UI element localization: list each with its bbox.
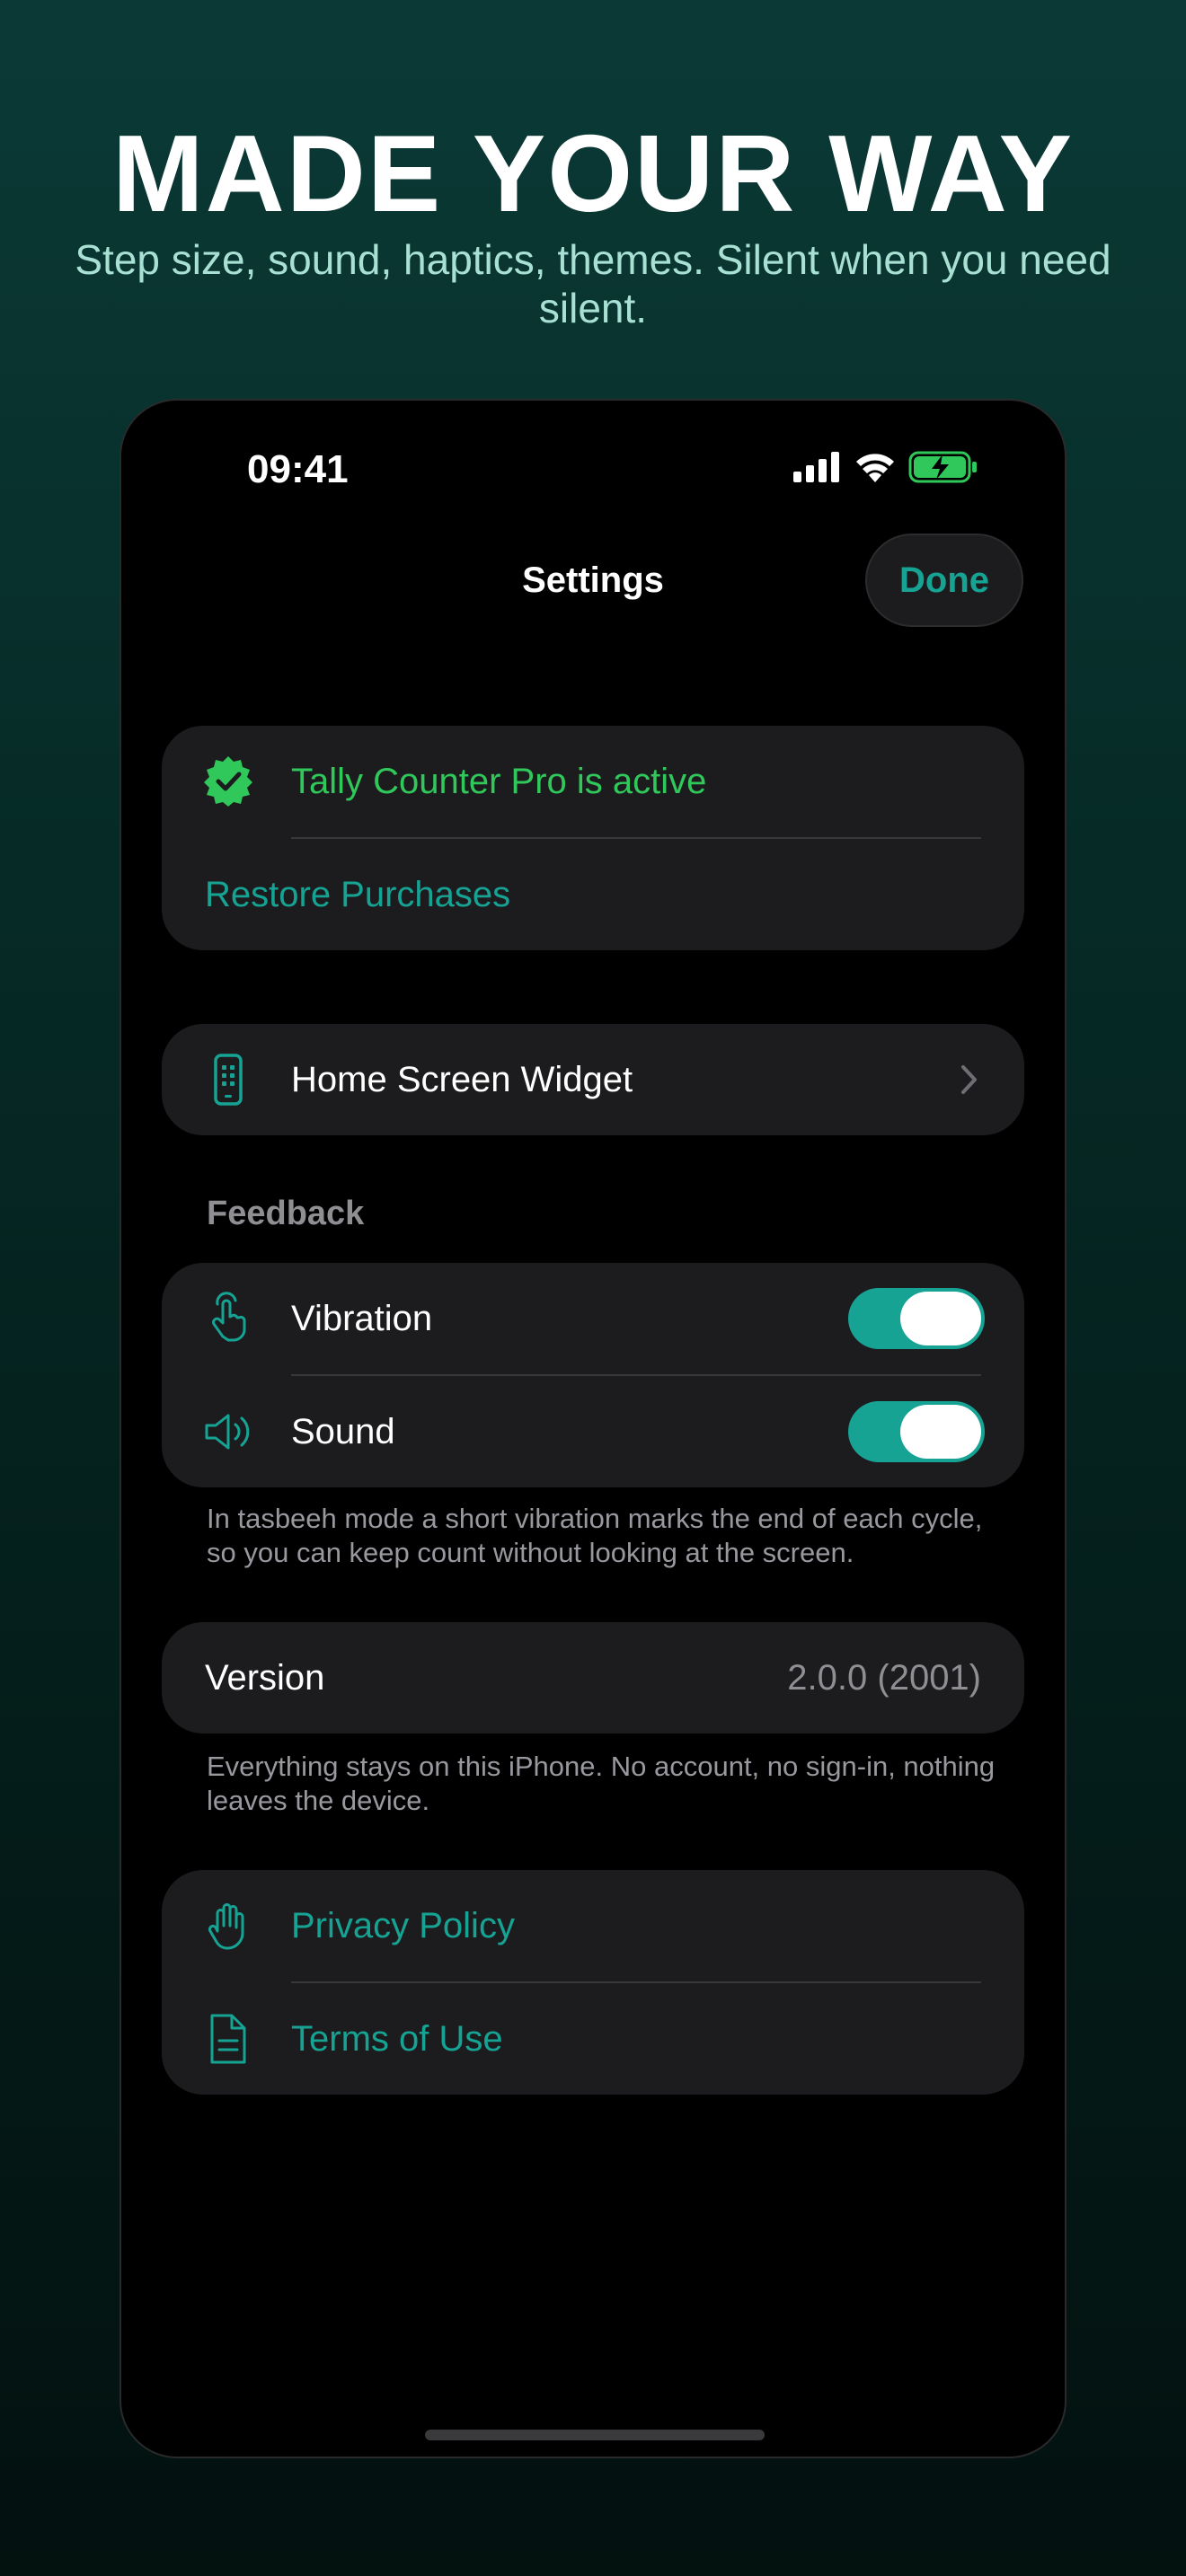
pro-group: Tally Counter Pro is active Restore Purc… <box>162 726 1024 950</box>
hero-subtitle: Step size, sound, haptics, themes. Silen… <box>75 236 1111 331</box>
status-icons <box>793 451 978 483</box>
sound-label: Sound <box>291 1411 395 1451</box>
sound-row: Sound <box>162 1376 1024 1487</box>
terms-of-use-row[interactable]: Terms of Use <box>162 1983 1024 2095</box>
privacy-policy-link[interactable]: Privacy Policy <box>291 1906 515 1946</box>
version-value: 2.0.0 (2001) <box>787 1657 981 1698</box>
speaker-icon <box>201 1405 255 1459</box>
toggle-knob <box>900 1405 981 1459</box>
version-label: Version <box>205 1657 325 1698</box>
raised-hand-icon <box>201 1899 255 1953</box>
chevron-right-icon <box>961 1065 977 1094</box>
pro-status-label: Tally Counter Pro is active <box>291 761 707 801</box>
restore-purchases-button[interactable]: Restore Purchases <box>205 875 510 915</box>
phone-frame: 09:41 Settings Done Tally Counter Pro is… <box>119 399 1067 2458</box>
feedback-footnote: In tasbeeh mode a short vibration marks … <box>207 1503 983 1568</box>
vibration-toggle[interactable] <box>848 1288 985 1349</box>
legal-group: Privacy Policy Terms of Use <box>162 1870 1024 2095</box>
feedback-group: Vibration Sound <box>162 1263 1024 1487</box>
home-screen-widget-label: Home Screen Widget <box>291 1059 633 1099</box>
pro-status-row: Tally Counter Pro is active <box>162 726 1024 837</box>
wifi-icon <box>856 454 894 482</box>
hero-title: MADE YOUR WAY <box>112 112 1074 234</box>
done-button[interactable]: Done <box>865 534 1023 627</box>
terms-of-use-link[interactable]: Terms of Use <box>291 2019 503 2060</box>
restore-purchases-row[interactable]: Restore Purchases <box>162 839 1024 950</box>
sound-toggle[interactable] <box>848 1401 985 1462</box>
version-group: Version 2.0.0 (2001) <box>162 1622 1024 1734</box>
home-indicator <box>425 2430 765 2440</box>
privacy-policy-row[interactable]: Privacy Policy <box>162 1870 1024 1981</box>
status-time: 09:41 <box>247 447 349 491</box>
cellular-signal-icon <box>793 452 839 482</box>
section-header-feedback: Feedback <box>207 1195 365 1232</box>
battery-charging-icon <box>908 451 977 483</box>
vibration-row: Vibration <box>162 1263 1024 1374</box>
widget-group: Home Screen Widget <box>162 1024 1024 1135</box>
version-footnote: Everything stays on this iPhone. No acco… <box>207 1751 996 1816</box>
toggle-knob <box>900 1292 981 1345</box>
document-icon <box>201 2012 255 2066</box>
vibration-label: Vibration <box>291 1298 433 1338</box>
verified-badge-icon <box>201 754 255 808</box>
home-screen-widget-row[interactable]: Home Screen Widget <box>162 1024 1024 1135</box>
widget-phone-icon <box>201 1053 255 1107</box>
hand-tap-icon <box>201 1292 255 1345</box>
version-row: Version 2.0.0 (2001) <box>162 1622 1024 1734</box>
